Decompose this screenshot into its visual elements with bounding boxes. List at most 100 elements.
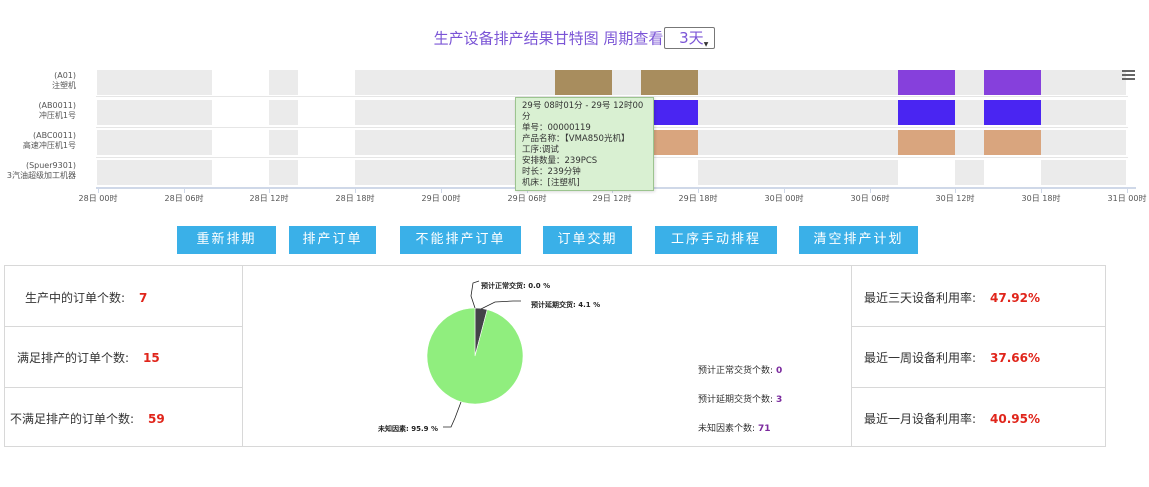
tooltip-order: 单号：00000119 (522, 123, 591, 133)
legend-value: 0 (776, 366, 783, 376)
stat-label: 最近三天设备利用率: (864, 291, 977, 305)
gantt-bar[interactable] (612, 70, 641, 95)
axis-tick-label: 28日 12时 (249, 194, 289, 203)
gantt-bar[interactable] (1041, 130, 1126, 155)
period-select-value: 3天 (679, 29, 704, 47)
reschedule-button[interactable]: 重新排期 (177, 226, 276, 254)
pie-label-unknown: 未知因素: 95.9 % (378, 425, 438, 433)
gantt-bar[interactable] (269, 130, 298, 155)
gantt-row-name: 高速冲压机1号 (22, 141, 76, 150)
period-select[interactable]: 3天 ▼ (664, 27, 716, 49)
gantt-bar[interactable] (1041, 70, 1126, 95)
gantt-bar[interactable] (955, 130, 984, 155)
legend-value: 3 (776, 395, 783, 405)
axis-tick-label: 30日 06时 (850, 194, 890, 203)
page-title: 生产设备排产结果甘特图 周期查看 (433, 29, 664, 48)
gantt-row-label: (A01) 注塑机 (0, 71, 76, 91)
gantt-bar[interactable] (955, 70, 984, 95)
unschedulable-orders-button[interactable]: 不能排产订单 (400, 226, 521, 254)
gantt-bar[interactable] (984, 100, 1041, 125)
axis-tick-label: 29日 00时 (421, 194, 461, 203)
gantt-bar[interactable] (698, 70, 898, 95)
gantt-bar[interactable] (898, 100, 955, 125)
gantt-bar[interactable] (97, 70, 212, 95)
gantt-bar[interactable] (984, 70, 1041, 95)
tooltip-quantity: 安排数量：239PCS (522, 156, 598, 166)
tooltip-duration: 时长：239分钟 (522, 167, 581, 177)
axis-tick-label: 29日 12时 (592, 194, 632, 203)
header: 生产设备排产结果甘特图 周期查看 3天 ▼ (0, 27, 1149, 49)
gantt-bar[interactable] (97, 160, 212, 185)
stats-panel: 生产中的订单个数: 7 满足排产的订单个数: 15 不满足排产的订单个数: 59 最近… (4, 265, 1106, 447)
table-divider (851, 387, 1105, 388)
stat-label: 生产中的订单个数: (25, 291, 126, 305)
axis-tick-label: 28日 18时 (335, 194, 375, 203)
axis-tick-label: 29日 06时 (507, 194, 547, 203)
order-delivery-button[interactable]: 订单交期 (543, 226, 632, 254)
gantt-bar[interactable] (1041, 160, 1126, 185)
stat-value: 7 (139, 291, 148, 305)
gantt-bar[interactable] (641, 70, 698, 95)
manual-process-schedule-button[interactable]: 工序手动排程 (655, 226, 777, 254)
gantt-bar[interactable] (1041, 100, 1126, 125)
pie-slice-unknown[interactable] (426, 307, 524, 405)
pie-chart (426, 280, 524, 428)
hamburger-menu-icon[interactable] (1122, 70, 1135, 81)
gantt-bar[interactable] (898, 70, 955, 95)
gantt-bar[interactable] (984, 130, 1041, 155)
pie-label-delayed: 预计延期交货: 4.1 % (531, 301, 601, 309)
table-divider (851, 326, 1105, 327)
gantt-bar[interactable] (355, 70, 555, 95)
axis-tick-label: 31日 00时 (1107, 194, 1147, 203)
page: 生产设备排产结果甘特图 周期查看 3天 ▼ (A01) 注塑机 (AB0011) 冲… (0, 0, 1149, 487)
gantt-bar[interactable] (269, 100, 298, 125)
table-divider (242, 266, 243, 446)
gantt-bar[interactable] (955, 100, 984, 125)
gantt-bar[interactable] (97, 100, 212, 125)
gantt-bar[interactable] (698, 160, 898, 185)
stat-value: 37.66% (990, 351, 1041, 365)
stat-value: 47.92% (990, 291, 1041, 305)
stat-util-month: 最近一月设备利用率: 40.95% (864, 410, 1040, 427)
gantt-bar[interactable] (355, 130, 515, 155)
gantt-bar[interactable] (898, 130, 955, 155)
pie-legend-delayed: 预计延期交货个数: 3 (698, 392, 782, 405)
gantt-bar[interactable] (698, 100, 898, 125)
stat-label: 最近一月设备利用率: (864, 412, 977, 426)
gantt-bar[interactable] (269, 70, 298, 95)
tooltip-product: 产品名称：【VMA850光机】 (522, 134, 630, 144)
stat-value: 15 (143, 351, 160, 365)
stat-in-production: 生产中的订单个数: 7 (25, 289, 147, 306)
gantt-bar[interactable] (97, 130, 212, 155)
gantt-bar[interactable] (698, 130, 898, 155)
axis-tick-label: 28日 00时 (78, 194, 118, 203)
stat-unsatisfied: 不满足排产的订单个数: 59 (10, 410, 165, 427)
stat-value: 59 (148, 412, 165, 426)
stat-label: 满足排产的订单个数: (17, 351, 130, 365)
gantt-row-name: 3汽油超级加工机器 (6, 171, 76, 180)
table-divider (5, 387, 242, 388)
stat-label: 不满足排产的订单个数: (10, 412, 135, 426)
gantt-tooltip: 29号 08时01分 - 29号 12时00分 单号：00000119 产品名称… (515, 97, 654, 191)
gantt-row-name: 注塑机 (52, 81, 76, 90)
gantt-bar[interactable] (355, 100, 515, 125)
gantt-row-code: (ABC0011) (32, 131, 76, 140)
tooltip-time: 29号 08时01分 - 29号 12时00分 (522, 101, 644, 122)
gantt-bar[interactable] (269, 160, 298, 185)
stat-satisfied: 满足排产的订单个数: 15 (17, 349, 160, 366)
pie-connector-unknown (443, 401, 462, 428)
pie-legend-unknown: 未知因素个数: 71 (698, 421, 771, 434)
pie-connector-normal (470, 280, 480, 309)
schedule-orders-button[interactable]: 排产订单 (289, 226, 376, 254)
gantt-bar[interactable] (955, 160, 984, 185)
clear-plan-button[interactable]: 清空排产计划 (799, 226, 918, 254)
stat-util-week: 最近一周设备利用率: 37.66% (864, 349, 1040, 366)
pie-label-normal: 预计正常交货: 0.0 % (481, 282, 551, 290)
table-divider (5, 326, 242, 327)
axis-tick-label: 29日 18时 (678, 194, 718, 203)
gantt-row-name: 冲压机1号 (38, 111, 76, 120)
axis-tick-label: 30日 12时 (935, 194, 975, 203)
legend-label: 未知因素个数: (698, 424, 756, 434)
gantt-bar[interactable] (355, 160, 515, 185)
gantt-bar[interactable] (555, 70, 612, 95)
